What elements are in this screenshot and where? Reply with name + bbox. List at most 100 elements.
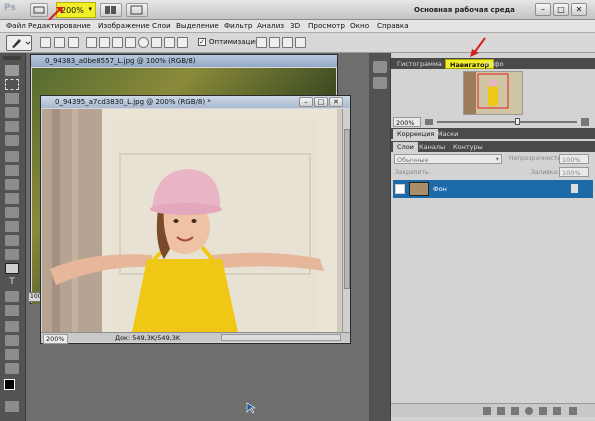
move-tool-icon[interactable] — [5, 65, 19, 76]
tab-paths[interactable]: Контуры — [449, 142, 487, 152]
menu-file[interactable]: Файл — [6, 21, 26, 30]
menu-help[interactable]: Справка — [377, 21, 409, 30]
shape-layers-icon[interactable] — [40, 37, 51, 48]
navigator-zoom-field[interactable]: 200% — [393, 117, 421, 127]
layer-name[interactable]: Фон — [433, 185, 447, 193]
close-button[interactable]: ✕ — [571, 3, 587, 16]
foreground-color-swatch[interactable] — [4, 379, 15, 390]
layer-row-background[interactable]: Фон — [393, 180, 593, 198]
maximize-button[interactable]: □ — [553, 3, 569, 16]
gradient-tool-icon[interactable] — [5, 221, 19, 232]
path-selection-tool-icon[interactable] — [5, 291, 19, 302]
menu-edit[interactable]: Редактирование — [28, 21, 91, 30]
paths-icon[interactable] — [54, 37, 65, 48]
menu-window[interactable]: Окно — [350, 21, 369, 30]
document-window-front[interactable]: 0_94395_a7cd3830_L.jpg @ 200% (RGB/8) * … — [40, 95, 351, 344]
delete-layer-icon[interactable] — [569, 407, 577, 415]
eraser-tool-icon[interactable] — [5, 207, 19, 218]
fill-field[interactable]: 100% — [559, 167, 589, 177]
layer-visibility-eye-icon[interactable] — [395, 184, 405, 194]
pen-tool-icon-active[interactable] — [5, 263, 19, 274]
zoom-tool-icon[interactable] — [5, 363, 19, 374]
crop-tool-icon[interactable] — [5, 121, 19, 132]
vertical-scroll-thumb[interactable] — [344, 129, 350, 289]
freeform-pen-icon[interactable] — [99, 37, 110, 48]
type-tool-icon[interactable]: T — [5, 277, 19, 288]
3d-orbit-tool-icon[interactable] — [5, 335, 19, 346]
add-mask-icon[interactable] — [511, 407, 519, 415]
hand-tool-icon[interactable] — [5, 349, 19, 360]
tab-masks[interactable]: Маски — [433, 129, 462, 139]
blend-mode-select[interactable]: Обычные ▾ — [394, 154, 502, 164]
healing-brush-tool-icon[interactable] — [5, 151, 19, 162]
exclude-icon[interactable] — [295, 37, 306, 48]
minimize-icon: – — [541, 5, 545, 14]
quick-selection-tool-icon[interactable] — [5, 107, 19, 118]
marquee-tool-icon[interactable] — [5, 79, 19, 90]
subtract-icon[interactable] — [269, 37, 280, 48]
blur-tool-icon[interactable] — [5, 235, 19, 246]
photo-girl-image — [42, 109, 342, 332]
ellipse-icon[interactable] — [138, 37, 149, 48]
pen-icon[interactable] — [86, 37, 97, 48]
zoom-in-icon[interactable] — [581, 118, 589, 126]
workspace-label[interactable]: Основная рабочая среда — [414, 6, 515, 14]
chevron-down-icon: ▾ — [88, 5, 92, 13]
line-icon[interactable] — [164, 37, 175, 48]
tab-channels[interactable]: Каналы — [415, 142, 449, 152]
dodge-tool-icon[interactable] — [5, 249, 19, 260]
tab-histogram[interactable]: Гистограмма — [393, 59, 446, 69]
doc-maximize-button[interactable]: □ — [314, 97, 328, 107]
adjustment-layer-icon[interactable] — [525, 407, 533, 415]
history-brush-tool-icon[interactable] — [5, 193, 19, 204]
screen-mode-button[interactable] — [126, 3, 148, 17]
rectangle-icon[interactable] — [112, 37, 123, 48]
optimization-checkbox[interactable]: ✓ — [198, 38, 206, 46]
layer-style-icon[interactable] — [497, 407, 505, 415]
menu-3d[interactable]: 3D — [290, 21, 300, 30]
horizontal-scrollbar[interactable] — [221, 334, 341, 341]
toolbox-grip[interactable] — [3, 56, 21, 60]
quick-mask-icon[interactable] — [5, 401, 19, 412]
tool-preset-picker[interactable] — [6, 35, 32, 51]
navigator-preview[interactable] — [463, 71, 523, 115]
menu-filter[interactable]: Фильтр — [224, 21, 252, 30]
arrange-documents-button[interactable] — [100, 3, 122, 17]
doc-minimize-button[interactable]: – — [299, 97, 313, 107]
navigator-zoom-slider[interactable] — [437, 118, 577, 125]
doc-close-button[interactable]: ✕ — [329, 97, 343, 107]
actions-panel-icon[interactable] — [373, 77, 387, 89]
vertical-scrollbar[interactable] — [342, 109, 350, 332]
menu-analysis[interactable]: Анализ — [257, 21, 284, 30]
zoom-slider-thumb[interactable] — [515, 118, 520, 125]
fill-pixels-icon[interactable] — [68, 37, 79, 48]
minimize-button[interactable]: – — [535, 3, 551, 16]
new-layer-icon[interactable] — [553, 407, 561, 415]
document-zoom-field[interactable]: 200% — [43, 334, 68, 344]
menu-layers[interactable]: Слои — [152, 21, 171, 30]
menu-image[interactable]: Изображение — [98, 21, 150, 30]
document-canvas[interactable] — [42, 109, 342, 332]
brush-tool-icon[interactable] — [5, 165, 19, 176]
eyedropper-tool-icon[interactable] — [5, 135, 19, 146]
clone-stamp-tool-icon[interactable] — [5, 179, 19, 190]
link-layers-icon[interactable] — [483, 407, 491, 415]
document-title-bar[interactable]: 0_94383_a0be8557_L.jpg @ 100% (RGB/8) — [31, 55, 337, 67]
history-panel-icon[interactable] — [373, 61, 387, 73]
tab-adjustments[interactable]: Коррекция — [393, 129, 439, 139]
new-group-icon[interactable] — [539, 407, 547, 415]
combine-add-icon[interactable] — [256, 37, 267, 48]
menu-view[interactable]: Просмотр — [308, 21, 345, 30]
3d-rotate-tool-icon[interactable] — [5, 321, 19, 332]
application-bar: Ps 200% ▾ Основная рабочая среда – □ ✕ — [0, 0, 595, 20]
menu-select[interactable]: Выделение — [176, 21, 219, 30]
zoom-out-icon[interactable] — [425, 119, 433, 125]
custom-shape-icon[interactable] — [177, 37, 188, 48]
lasso-tool-icon[interactable] — [5, 93, 19, 104]
document-size-info[interactable]: Док: 549,3K/549,3K — [115, 334, 180, 342]
rounded-rectangle-icon[interactable] — [125, 37, 136, 48]
opacity-field[interactable]: 100% — [559, 154, 589, 164]
polygon-icon[interactable] — [151, 37, 162, 48]
intersect-icon[interactable] — [282, 37, 293, 48]
shape-tool-icon[interactable] — [5, 305, 19, 316]
